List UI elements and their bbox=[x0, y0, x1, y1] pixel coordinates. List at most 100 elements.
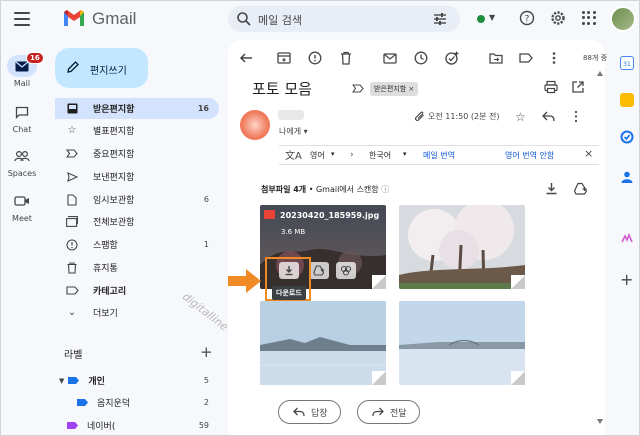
attachment-clip-icon bbox=[415, 111, 424, 121]
add-to-drive-button[interactable] bbox=[309, 262, 329, 279]
sidebar-item-all-mail[interactable]: 전체보관함 bbox=[55, 211, 219, 232]
status-selector[interactable] bbox=[468, 8, 504, 30]
pencil-icon bbox=[67, 61, 79, 73]
rail-item-spaces[interactable]: Spaces bbox=[0, 145, 44, 178]
photos-edit-icon bbox=[340, 265, 352, 276]
report-spam-icon[interactable] bbox=[307, 50, 323, 66]
message-subject: 포토 모음 bbox=[252, 80, 312, 98]
spam-icon bbox=[65, 238, 79, 252]
snooze-icon[interactable] bbox=[413, 50, 429, 66]
apps-grid-icon[interactable] bbox=[582, 11, 596, 25]
forward-button[interactable]: 전달 bbox=[357, 400, 420, 424]
mark-unread-icon[interactable] bbox=[382, 50, 398, 66]
sidebar-item-sent[interactable]: 보낸편지함 bbox=[55, 166, 219, 187]
translate-message-link[interactable]: 메일 번역 bbox=[423, 150, 455, 161]
sidebar-label-sub[interactable]: 음지운덕 2 bbox=[55, 392, 219, 413]
more-vert-icon[interactable] bbox=[546, 50, 562, 66]
sidebar-item-starred[interactable]: ☆ 별표편지함 bbox=[55, 120, 219, 141]
rail-label-mail: Mail bbox=[13, 79, 31, 88]
sidebar-label-naver[interactable]: 네이버( 59 bbox=[55, 415, 219, 436]
translate-to-language[interactable]: 한국어 bbox=[369, 150, 391, 161]
label-color-icon bbox=[66, 374, 80, 388]
inbox-label-chip[interactable]: 받은편지함 × bbox=[370, 82, 419, 96]
add-task-icon[interactable] bbox=[444, 50, 460, 66]
add-label-icon[interactable]: + bbox=[200, 343, 213, 361]
scrollbar[interactable] bbox=[597, 70, 603, 425]
keep-icon[interactable] bbox=[620, 93, 634, 107]
page-count: 88개 중 bbox=[583, 54, 608, 62]
main-menu-icon[interactable] bbox=[14, 12, 30, 26]
important-marker-icon[interactable] bbox=[352, 84, 364, 93]
contacts-icon[interactable] bbox=[620, 170, 634, 184]
attachment-thumbnail-4[interactable] bbox=[399, 301, 525, 385]
thumbnail-page-corner bbox=[372, 371, 386, 385]
label-as-icon[interactable] bbox=[518, 50, 534, 66]
disable-translate-link[interactable]: 영어 번역 안함 bbox=[505, 150, 554, 161]
gmail-logo bbox=[64, 10, 84, 26]
compose-label: 편지쓰기 bbox=[90, 66, 127, 77]
more-vert-icon[interactable] bbox=[573, 110, 579, 123]
calendar-icon[interactable]: 31 bbox=[620, 56, 634, 70]
gear-icon[interactable] bbox=[550, 10, 566, 26]
back-arrow-icon[interactable] bbox=[238, 50, 254, 66]
reply-button[interactable]: 답장 bbox=[278, 400, 341, 424]
draft-icon bbox=[65, 193, 79, 207]
rail-item-meet[interactable]: Meet bbox=[0, 190, 44, 223]
sidebar-item-drafts[interactable]: 임시보관함 6 bbox=[55, 189, 219, 210]
drive-add-icon bbox=[313, 265, 325, 276]
star-icon[interactable]: ☆ bbox=[515, 110, 526, 124]
video-camera-icon bbox=[7, 190, 37, 212]
move-to-icon[interactable] bbox=[488, 50, 504, 66]
sidebar-label-personal[interactable]: ▼ 개인 5 bbox=[55, 370, 219, 391]
addon-icon[interactable] bbox=[620, 232, 634, 246]
search-input[interactable]: 메일 검색 bbox=[258, 12, 302, 28]
open-new-window-icon[interactable] bbox=[571, 80, 585, 94]
label-color-icon bbox=[75, 396, 89, 410]
gmail-wordmark: Gmail bbox=[92, 9, 137, 28]
thumbnail-page-corner bbox=[511, 371, 525, 385]
rail-item-chat[interactable]: Chat bbox=[0, 101, 44, 134]
attachment-thumbnail-3[interactable] bbox=[260, 301, 386, 385]
delete-icon[interactable] bbox=[338, 50, 354, 66]
reply-icon[interactable] bbox=[542, 111, 555, 122]
forward-icon bbox=[372, 407, 384, 417]
spaces-icon bbox=[7, 145, 37, 167]
image-file-icon bbox=[264, 210, 275, 219]
svg-text:?: ? bbox=[525, 15, 530, 25]
important-icon bbox=[65, 147, 79, 161]
star-icon: ☆ bbox=[67, 125, 77, 136]
print-icon[interactable] bbox=[544, 80, 558, 94]
caret-down-icon[interactable]: ▼ bbox=[59, 377, 64, 385]
tasks-icon[interactable] bbox=[620, 130, 634, 144]
caret-down-icon[interactable]: ▾ bbox=[331, 150, 335, 158]
label-icon bbox=[65, 284, 79, 298]
chevron-down-icon: ⌄ bbox=[67, 307, 77, 318]
archive-icon[interactable] bbox=[276, 50, 292, 66]
sender-name-redacted bbox=[278, 110, 304, 120]
thumbnail-page-corner bbox=[372, 275, 386, 289]
sidebar-item-trash[interactable]: 휴지통 bbox=[55, 257, 219, 278]
sidebar-item-spam[interactable]: 스팸함 1 bbox=[55, 234, 219, 255]
translate-from-language[interactable]: 영어 bbox=[310, 150, 325, 161]
help-icon[interactable]: ? bbox=[519, 10, 535, 26]
close-icon[interactable]: × bbox=[584, 147, 593, 160]
attachment-thumbnail-2[interactable] bbox=[399, 205, 525, 289]
status-active-dot bbox=[477, 15, 485, 23]
inbox-icon bbox=[65, 102, 79, 116]
add-addon-icon[interactable]: + bbox=[620, 270, 633, 289]
sidebar-item-important[interactable]: 중요편지함 bbox=[55, 143, 219, 164]
account-avatar[interactable] bbox=[610, 6, 636, 32]
labels-heading: 라벨 bbox=[64, 350, 83, 361]
recipient-details[interactable]: 나에게 ▾ bbox=[279, 126, 308, 137]
add-to-drive-icon[interactable] bbox=[574, 182, 588, 195]
sender-avatar[interactable] bbox=[240, 110, 270, 140]
reply-icon bbox=[293, 407, 305, 417]
caret-down-icon[interactable]: ▾ bbox=[403, 150, 407, 158]
translate-icon: 文A bbox=[285, 151, 302, 162]
search-icon[interactable] bbox=[236, 11, 252, 27]
download-all-icon[interactable] bbox=[545, 182, 558, 195]
sidebar-item-inbox[interactable]: 받은편지함 16 bbox=[55, 98, 219, 119]
edit-with-photos-button[interactable] bbox=[336, 262, 356, 279]
chevron-down-icon: ▼ bbox=[489, 13, 496, 22]
search-options-icon[interactable] bbox=[432, 11, 448, 27]
